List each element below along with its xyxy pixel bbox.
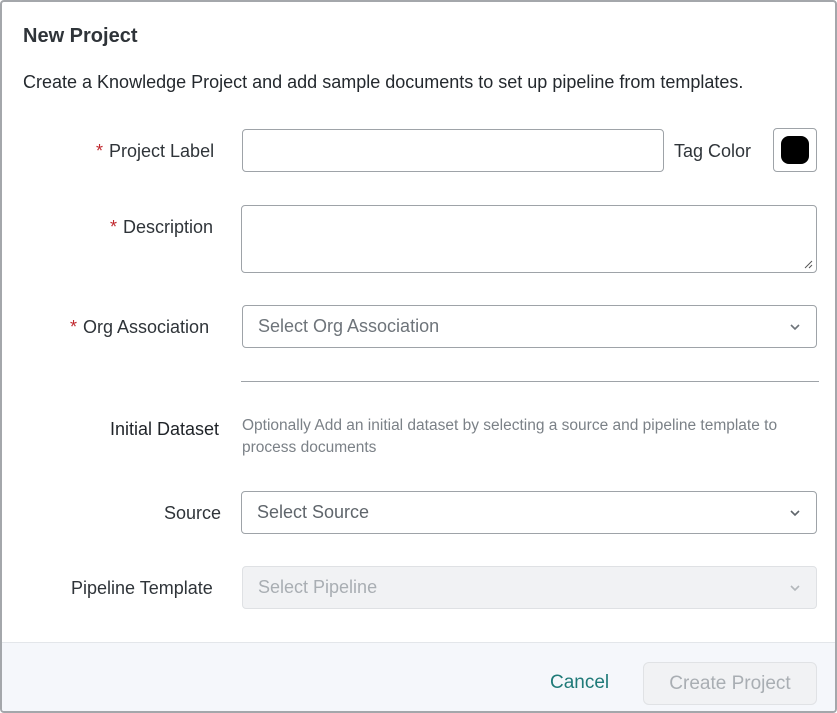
tag-color-label: Tag Color [674,141,752,161]
source-label: Source [164,503,222,523]
initial-dataset-hint: Optionally Add an initial dataset by sel… [242,417,778,456]
tag-color-swatch [781,136,809,164]
description-label: * Description [110,217,214,237]
org-association-placeholder: Select Org Association [258,316,440,336]
pipeline-template-select[interactable]: Select Pipeline [242,566,817,609]
project-label-input[interactable] [242,129,664,172]
description-textarea[interactable] [241,205,817,273]
section-divider [241,381,819,382]
pipeline-template-label: Pipeline Template [71,578,213,598]
chevron-down-icon [790,323,800,330]
pipeline-template-placeholder: Select Pipeline [258,577,378,597]
tag-color-picker[interactable] [773,128,817,172]
cancel-button[interactable]: Cancel [550,672,609,694]
resize-grip-icon[interactable] [803,259,813,269]
new-project-dialog: New Project Create a Knowledge Project a… [0,0,837,713]
project-label-label: * Project Label [96,141,215,161]
dialog-title: New Project [23,25,138,47]
required-marker: * [96,141,104,161]
required-marker: * [110,217,118,237]
required-marker: * [70,317,78,337]
org-association-label: * Org Association [70,317,210,337]
dialog-subtitle: Create a Knowledge Project and add sampl… [23,72,744,92]
create-project-button[interactable]: Create Project [643,662,817,705]
chevron-down-icon [790,509,800,516]
source-placeholder: Select Source [257,502,370,522]
org-association-select[interactable]: Select Org Association [242,305,817,348]
chevron-down-icon [790,584,800,591]
source-select[interactable]: Select Source [241,491,817,534]
initial-dataset-label: Initial Dataset [110,419,220,439]
